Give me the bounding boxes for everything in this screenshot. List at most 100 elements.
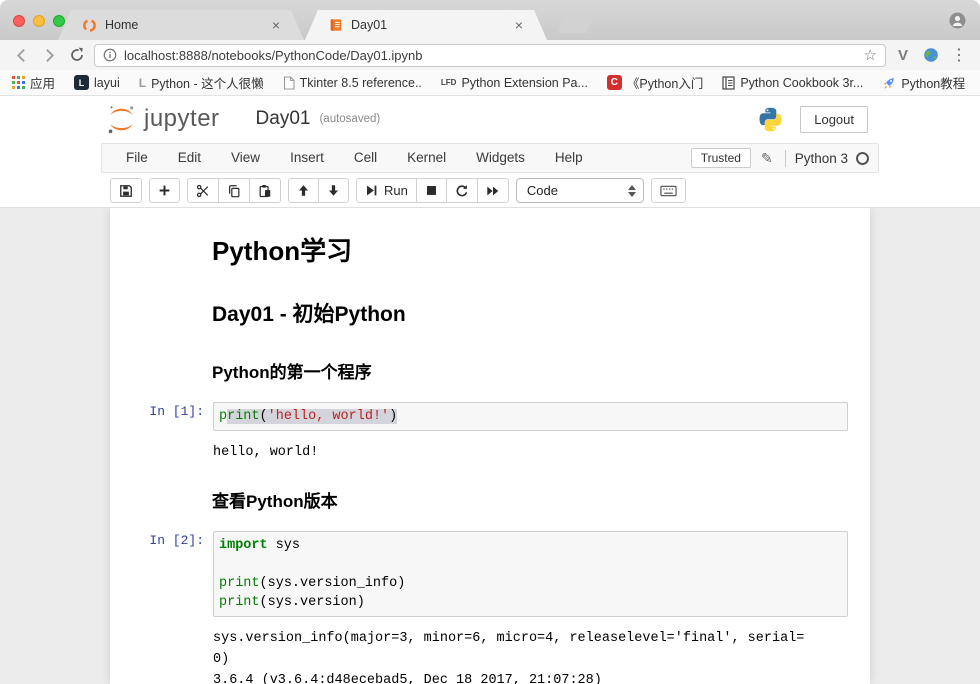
cell-output: hello, world! [213, 442, 318, 463]
bookmark-label: Python - 这个人很懒 [151, 73, 264, 92]
notebook-title[interactable]: Day01 [256, 108, 311, 130]
menu-file[interactable]: File [111, 144, 163, 172]
bookmark-layui[interactable]: L layui [74, 75, 120, 90]
forward-icon[interactable] [38, 44, 60, 66]
traffic-lights [13, 15, 65, 27]
minimize-window-button[interactable] [33, 15, 45, 27]
bookmark-python-blog[interactable]: L Python - 这个人很懒 [139, 73, 264, 92]
add-cell-button[interactable] [149, 178, 180, 203]
plus-icon [158, 184, 171, 197]
chrome-menu-icon[interactable]: ⋮ [948, 44, 970, 66]
browser-window: Home × Day01 × localhost [0, 0, 980, 684]
url-text[interactable]: localhost:8888/notebooks/PythonCode/Day0… [124, 48, 857, 63]
back-icon[interactable] [10, 44, 32, 66]
restart-run-all-button[interactable] [477, 178, 509, 203]
close-window-button[interactable] [13, 15, 25, 27]
kernel-name: Python 3 [795, 151, 848, 166]
markdown-cell[interactable]: Day01 - 初始Python [126, 279, 854, 339]
menu-view[interactable]: View [216, 144, 275, 172]
jupyter-header: jupyter Day01 (autosaved) Logout [0, 96, 980, 142]
zoom-window-button[interactable] [53, 15, 65, 27]
stop-icon [425, 184, 438, 197]
jupyter-ring-favicon-icon [82, 18, 97, 33]
move-cell-down-button[interactable] [318, 178, 349, 203]
autosave-status: (autosaved) [319, 113, 380, 125]
move-cell-up-button[interactable] [288, 178, 319, 203]
save-button[interactable] [110, 178, 142, 203]
bookmark-python-extensions[interactable]: LFD Python Extension Pa... [441, 76, 588, 90]
address-bar[interactable]: localhost:8888/notebooks/PythonCode/Day0… [94, 44, 886, 67]
tab-close-icon[interactable]: × [272, 17, 280, 33]
bookmarks-bar: 应用 L layui L Python - 这个人很懒 Tkinter 8.5 … [0, 70, 980, 96]
code-input[interactable]: print('hello, world!') [213, 402, 848, 431]
markdown-cell[interactable]: Python的第一个程序 [126, 339, 854, 392]
bookmark-apps[interactable]: 应用 [12, 73, 55, 92]
input-prompt: In [1]: [132, 402, 213, 431]
code-cell-2[interactable]: In [2]: import sys print(sys.version_inf… [126, 525, 854, 684]
reload-icon[interactable] [66, 44, 88, 66]
menu-insert[interactable]: Insert [275, 144, 339, 172]
interrupt-kernel-button[interactable] [416, 178, 447, 203]
book-icon [722, 76, 735, 90]
trusted-button[interactable]: Trusted [691, 148, 751, 168]
tab-title: Day01 [351, 18, 509, 32]
menu-help[interactable]: Help [540, 144, 598, 172]
restart-kernel-button[interactable] [446, 178, 478, 203]
page-info-icon[interactable] [103, 48, 117, 62]
command-palette-button[interactable] [651, 178, 686, 203]
copy-cell-button[interactable] [218, 178, 250, 203]
cell-type-select[interactable]: Code [516, 178, 644, 203]
cell-type-value: Code [527, 183, 558, 198]
bookmark-python-intro[interactable]: C 《Python入门 [607, 73, 703, 92]
bookmark-python-tutorial[interactable]: Python教程 [882, 73, 965, 92]
logout-button[interactable]: Logout [800, 106, 868, 133]
kernel-idle-indicator-icon [856, 152, 869, 165]
page-icon [283, 76, 295, 90]
browser-toolbar: localhost:8888/notebooks/PythonCode/Day0… [0, 40, 980, 70]
paste-icon [258, 184, 272, 198]
menubar-band: File Edit View Insert Cell Kernel Widget… [0, 142, 980, 174]
notebook-scroll-area[interactable]: Python学习 Day01 - 初始Python Python的第一个程序 I… [0, 208, 980, 684]
menu-cell[interactable]: Cell [339, 144, 392, 172]
copy-icon [227, 184, 241, 198]
heading-check-version: 查看Python版本 [212, 487, 849, 512]
heading-first-program: Python的第一个程序 [212, 358, 849, 383]
tab-day01[interactable]: Day01 × [305, 10, 547, 40]
tab-home[interactable]: Home × [58, 10, 304, 40]
globe-extension-icon[interactable] [920, 44, 942, 66]
bookmark-label: Python Cookbook 3r... [740, 76, 863, 90]
menu-edit[interactable]: Edit [163, 144, 216, 172]
jupyter-logo[interactable]: jupyter [106, 104, 220, 135]
markdown-cell[interactable]: 查看Python版本 [126, 468, 854, 521]
code-input[interactable]: import sys print(sys.version_info)print(… [213, 531, 848, 617]
profile-icon[interactable] [949, 12, 966, 29]
paste-cell-button[interactable] [249, 178, 281, 203]
input-prompt: In [2]: [132, 531, 213, 617]
extension-v-icon[interactable]: V [892, 44, 914, 66]
step-forward-run-icon [365, 184, 378, 197]
code-cell-1[interactable]: In [1]: print('hello, world!') hello, wo… [126, 396, 854, 468]
heading-day01: Day01 - 初始Python [212, 298, 849, 328]
jupyter-logo-icon [106, 104, 137, 135]
new-tab-button[interactable] [558, 12, 594, 33]
bookmark-label: 应用 [30, 73, 55, 92]
notebook-book-favicon-icon [329, 18, 343, 32]
bookmark-python-cookbook[interactable]: Python Cookbook 3r... [722, 76, 863, 90]
tab-close-icon[interactable]: × [515, 17, 523, 33]
rocket-icon [882, 76, 896, 90]
bookmark-label: Tkinter 8.5 reference.. [300, 76, 422, 90]
menu-kernel[interactable]: Kernel [392, 144, 461, 172]
restart-refresh-icon [455, 184, 469, 198]
apps-grid-icon [12, 76, 25, 89]
bookmark-label: layui [94, 76, 120, 90]
menu-widgets[interactable]: Widgets [461, 144, 540, 172]
markdown-cell[interactable]: Python学习 [126, 220, 854, 279]
run-cell-button[interactable]: Run [356, 178, 417, 203]
bookmark-tkinter[interactable]: Tkinter 8.5 reference.. [283, 76, 422, 90]
cut-cell-button[interactable] [187, 178, 219, 203]
arrow-up-icon [297, 184, 310, 197]
bookmark-star-icon[interactable]: ☆ [864, 48, 877, 63]
heading-python-study: Python学习 [212, 231, 849, 268]
cell-output: sys.version_info(major=3, minor=6, micro… [213, 628, 804, 684]
floppy-save-icon [119, 184, 133, 198]
